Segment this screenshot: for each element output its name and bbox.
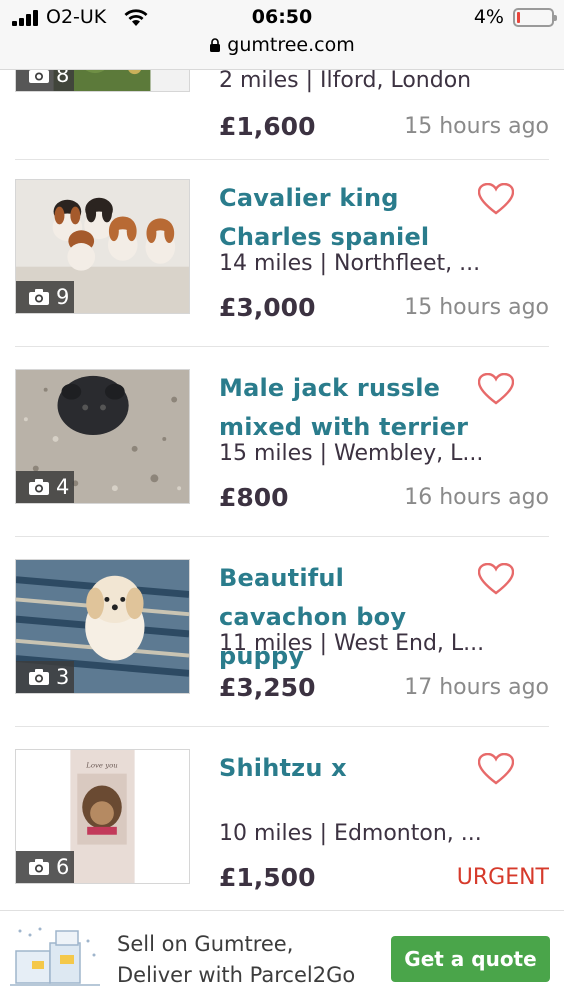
get-quote-button[interactable]: Get a quote (391, 936, 550, 982)
urgent-badge: URGENT (456, 865, 549, 890)
battery-icon (513, 8, 557, 27)
listing-title[interactable]: Male jack russle mixed with terrier (219, 369, 479, 447)
listing-item[interactable]: Love you 6 Shihtzu x 10 miles | Edmonton… (0, 727, 564, 917)
listing-posted-age: 17 hours ago (404, 675, 549, 700)
camera-icon (29, 859, 49, 875)
photo-count: 9 (56, 285, 70, 309)
listing-posted-age: 15 hours ago (404, 114, 549, 139)
listing-item[interactable]: 9 Cavalier king Charles spaniel 14 miles… (0, 157, 564, 347)
listing-price: £3,250 (219, 673, 316, 702)
photo-count-badge: 4 (16, 471, 74, 503)
listing-item[interactable]: 3 Beautiful cavachon boy puppy 11 miles … (0, 537, 564, 727)
listing-item[interactable]: 4 Male jack russle mixed with terrier 15… (0, 347, 564, 537)
listing-posted-age: 15 hours ago (404, 295, 549, 320)
listing-location: 10 miles | Edmonton, ... (219, 821, 482, 846)
photo-caption: Love you (85, 762, 117, 770)
listing-thumbnail[interactable]: Love you 6 (15, 749, 190, 884)
status-bar: O2-UK 06:50 4% (0, 0, 564, 34)
listing-price: £1,600 (219, 112, 316, 141)
camera-icon (29, 289, 49, 305)
favourite-heart-icon[interactable] (478, 373, 514, 405)
address-bar[interactable]: gumtree.com (0, 34, 564, 60)
photo-count: 6 (56, 855, 70, 879)
listing-thumbnail[interactable]: 9 (15, 179, 190, 314)
photo-count-badge: 9 (16, 281, 74, 313)
photo-count: 3 (56, 665, 70, 689)
listing-title[interactable]: Beautiful cavachon boy puppy (219, 559, 479, 676)
browser-top-bar: O2-UK 06:50 4% gumtree.com (0, 0, 564, 70)
battery-percentage: 4% (473, 6, 504, 28)
favourite-heart-icon[interactable] (478, 183, 514, 215)
listing-price: £1,500 (219, 863, 316, 892)
listing-thumbnail[interactable]: 4 (15, 369, 190, 504)
listing-title[interactable]: Shihtzu x (219, 749, 479, 788)
promo-text: Sell on Gumtree, Deliver with Parcel2Go (117, 929, 355, 991)
listing-location: 11 miles | West End, L... (219, 631, 485, 656)
camera-icon (29, 669, 49, 685)
listing-title[interactable]: Cavalier king Charles spaniel (219, 179, 479, 257)
photo-count-badge: 3 (16, 661, 74, 693)
favourite-heart-icon[interactable] (478, 563, 514, 595)
favourite-heart-icon[interactable] (478, 753, 514, 785)
camera-icon (29, 479, 49, 495)
photo-count-badge: 6 (16, 851, 74, 883)
listing-location: 14 miles | Northfleet, ... (219, 251, 481, 276)
listing-location: 15 miles | Wembley, L... (219, 441, 484, 466)
listing-thumbnail[interactable]: 3 (15, 559, 190, 694)
listing-price: £3,000 (219, 293, 316, 322)
url-text: gumtree.com (227, 34, 355, 56)
listing-location: 2 miles | Ilford, London (219, 68, 472, 93)
listing-posted-age: 16 hours ago (404, 485, 549, 510)
listing-price: £800 (219, 483, 289, 512)
promo-banner[interactable]: Sell on Gumtree, Deliver with Parcel2Go … (0, 910, 564, 1000)
photo-count: 4 (56, 475, 70, 499)
lock-icon (210, 38, 221, 52)
promo-line-2: Deliver with Parcel2Go (117, 963, 356, 987)
promo-line-1: Sell on Gumtree, (117, 932, 294, 956)
parcel-boxes-icon (10, 927, 100, 986)
